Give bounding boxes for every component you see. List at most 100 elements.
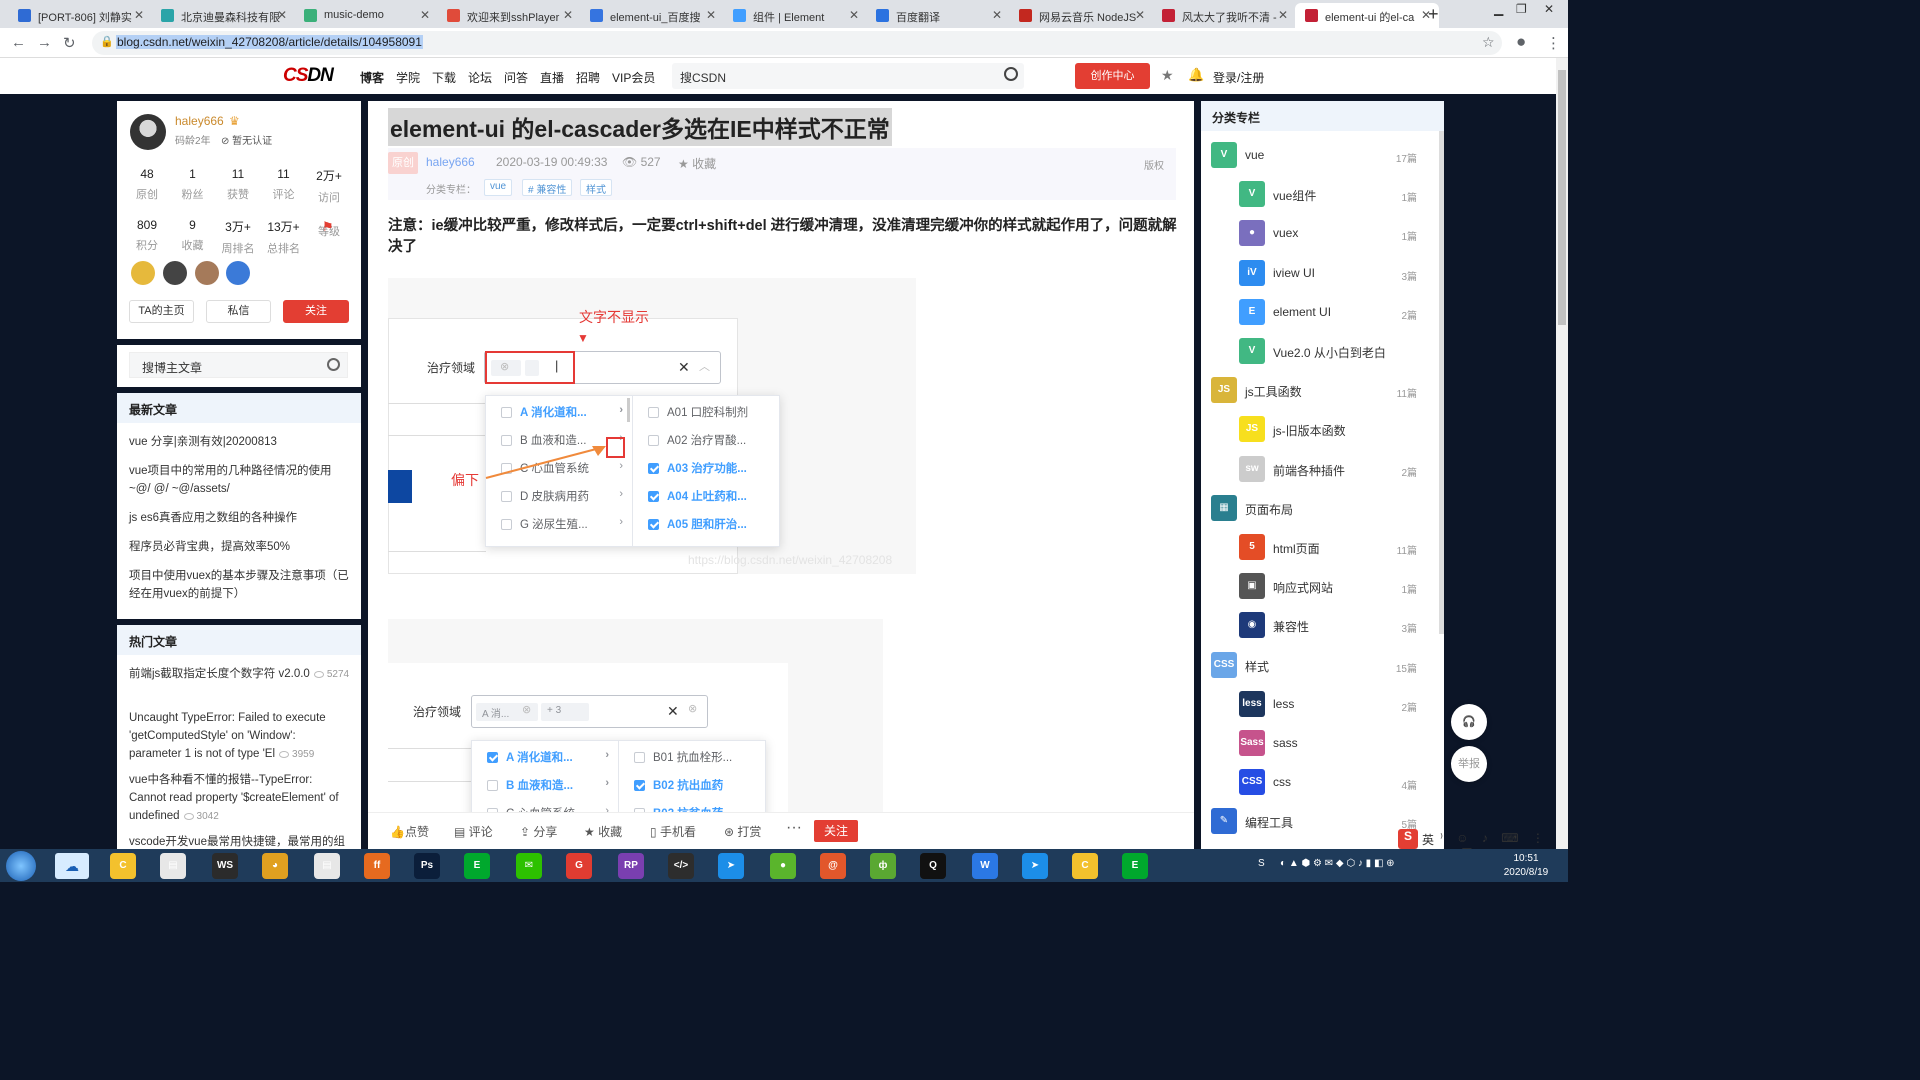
chevron-up-icon[interactable]: ︿: [699, 358, 710, 374]
browser-tab[interactable]: 组件 | Element ✕: [723, 3, 867, 28]
hot-article-link[interactable]: vscode开发vue最常用快捷键，最常用的组: [129, 833, 351, 849]
csdn-logo[interactable]: CSDN: [283, 65, 334, 87]
checkbox[interactable]: [501, 407, 512, 418]
cascader-option[interactable]: A 消化道和... ›: [486, 399, 632, 425]
tab-close-icon[interactable]: ✕: [563, 8, 573, 22]
favorites-icon[interactable]: ★: [1161, 67, 1174, 84]
latest-article-link[interactable]: vue项目中的常用的几种路径情况的使用 ~@/ @/ ~@/assets/: [129, 462, 351, 498]
tab-close-icon[interactable]: ✕: [1135, 8, 1145, 22]
latest-article-link[interactable]: vue 分享|亲测有效|20200813: [129, 433, 351, 451]
browser-tab[interactable]: 北京迪曼森科技有限 ✕: [151, 3, 295, 28]
stat-item[interactable]: 11 评论: [261, 167, 307, 202]
checkbox[interactable]: [634, 780, 645, 791]
system-clock[interactable]: 10:51 2020/8/19: [1496, 852, 1556, 880]
column-item[interactable]: sw 前端各种插件 2篇: [1201, 452, 1431, 491]
url-text[interactable]: blog.csdn.net/weixin_42708208/article/de…: [116, 35, 423, 49]
taskbar-app-icon[interactable]: WS: [212, 853, 238, 879]
cascader-option[interactable]: G 泌尿生殖... ›: [486, 511, 632, 537]
menu-icon[interactable]: ⋮: [1546, 34, 1561, 52]
checkbox[interactable]: [487, 752, 498, 763]
taskbar-app-icon[interactable]: C: [1072, 853, 1098, 879]
checkbox[interactable]: [487, 780, 498, 791]
cascader-option[interactable]: B02 抗出血药: [619, 772, 765, 798]
cascader-input[interactable]: A 消... ⊗ + 3 ✕ ⊗: [471, 695, 708, 728]
checkbox[interactable]: [501, 491, 512, 502]
column-item[interactable]: ✎ 编程工具 5篇: [1201, 804, 1431, 843]
stat-item[interactable]: 9 收藏: [170, 218, 216, 253]
copyright-label[interactable]: 版权: [1144, 157, 1164, 172]
mobile-view-button[interactable]: ▯ 手机看: [650, 823, 696, 840]
taskbar-app-icon[interactable]: E: [464, 853, 490, 879]
column-item[interactable]: Sass sass: [1201, 726, 1431, 765]
column-item[interactable]: CSS 样式 15篇: [1201, 648, 1431, 687]
collect-button[interactable]: ★ 收藏: [584, 823, 622, 840]
tag-style[interactable]: 样式: [580, 179, 612, 196]
page-scrollbar-thumb[interactable]: [1558, 70, 1566, 325]
badge-icon[interactable]: [163, 261, 187, 285]
omnibox[interactable]: 🔒 blog.csdn.net/weixin_42708208/article/…: [92, 31, 1502, 55]
column-item[interactable]: V Vue2.0 从小白到老白: [1201, 334, 1431, 373]
author-name[interactable]: haley666: [175, 114, 224, 128]
cascader-option[interactable]: A05 胆和肝治...: [633, 511, 779, 537]
cascader-option[interactable]: A02 治疗胃酸...: [633, 427, 779, 453]
tab-close-icon[interactable]: ✕: [849, 8, 859, 22]
cascader-option[interactable]: A 消化道和... ›: [472, 744, 618, 770]
follow-button[interactable]: 关注: [283, 300, 349, 323]
taskbar-app-icon[interactable]: ➤: [718, 853, 744, 879]
cascader-option[interactable]: B01 抗血栓形...: [619, 744, 765, 770]
column-item[interactable]: CSS css 4篇: [1201, 765, 1431, 804]
column-item[interactable]: JS js工具函数 11篇: [1201, 373, 1431, 412]
column-item[interactable]: ● vuex 1篇: [1201, 216, 1431, 255]
taskbar-app-icon[interactable]: RP: [618, 853, 644, 879]
tab-close-icon[interactable]: ✕: [420, 8, 430, 22]
profile-icon[interactable]: ●: [1516, 32, 1526, 52]
tray-icons[interactable]: ◐ ▲ ⬢ ⚙ ✉ ◆ ⬡ ♪ ▮ ◧ ⊕: [1280, 858, 1395, 869]
column-item[interactable]: ◉ 兼容性 3篇: [1201, 608, 1431, 647]
tab-close-icon[interactable]: ✕: [134, 8, 144, 22]
browser-tab[interactable]: 欢迎来到sshPlayer ✕: [437, 3, 581, 28]
meta-favorite[interactable]: ★ 收藏: [678, 155, 716, 172]
support-headset-icon[interactable]: 🎧: [1451, 704, 1487, 740]
taskbar-app-icon[interactable]: Ps: [414, 853, 440, 879]
tag-close-icon[interactable]: ⊗: [522, 703, 531, 716]
nav-item[interactable]: 招聘: [576, 69, 600, 86]
checkbox[interactable]: [648, 463, 659, 474]
follow-button-bottom[interactable]: 关注: [814, 820, 858, 842]
hot-article-link[interactable]: Uncaught TypeError: Failed to execute 'g…: [129, 709, 351, 764]
share-button[interactable]: ⇪ 分享: [520, 823, 557, 840]
private-message-button[interactable]: 私信: [206, 300, 271, 323]
nav-item[interactable]: 博客: [360, 69, 384, 86]
ime-lang[interactable]: 英: [1422, 831, 1434, 848]
search-icon[interactable]: [327, 358, 340, 371]
hot-article-link[interactable]: vue中各种看不懂的报错--TypeError: Cannot read pro…: [129, 771, 351, 826]
taskbar-app-icon[interactable]: ff: [364, 853, 390, 879]
author-home-button[interactable]: TA的主页: [129, 300, 194, 323]
sogou-icon[interactable]: S: [1398, 829, 1418, 849]
browser-tab[interactable]: music-demo ✕: [294, 3, 438, 28]
nav-item[interactable]: 问答: [504, 69, 528, 86]
taskbar-app-icon[interactable]: Q: [920, 853, 946, 879]
column-item[interactable]: Vvue组件 1篇: [1201, 177, 1431, 216]
tab-close-icon[interactable]: ✕: [1278, 8, 1288, 22]
checkbox[interactable]: [501, 519, 512, 530]
bookmark-star-icon[interactable]: ☆: [1482, 34, 1495, 51]
reload-icon[interactable]: ↻: [63, 34, 76, 52]
taskbar-app-icon[interactable]: ➤: [1022, 853, 1048, 879]
clear-icon[interactable]: ✕: [667, 703, 679, 720]
stat-item[interactable]: 2万+ 访问: [306, 167, 352, 205]
stat-item[interactable]: 1 粉丝: [170, 167, 216, 202]
forward-icon[interactable]: →: [37, 34, 52, 51]
latest-article-link[interactable]: js es6真香应用之数组的各种操作: [129, 509, 351, 527]
dropdown-scrollbar[interactable]: [627, 398, 630, 422]
browser-tab[interactable]: 网易云音乐 NodeJS ✕: [1009, 3, 1153, 28]
column-item[interactable]: JS js-旧版本函数: [1201, 412, 1431, 451]
cascader-option[interactable]: A03 治疗功能...: [633, 455, 779, 481]
column-item[interactable]: 5 html页面 11篇: [1201, 530, 1431, 569]
taskbar-app-icon[interactable]: ◕: [262, 853, 288, 879]
browser-tab[interactable]: element-ui_百度搜 ✕: [580, 3, 724, 28]
latest-article-link[interactable]: 程序员必背宝典，提高效率50%: [129, 538, 351, 556]
like-button[interactable]: 👍点赞: [390, 823, 429, 840]
nav-item[interactable]: 直播: [540, 69, 564, 86]
comment-button[interactable]: ▤ 评论: [454, 823, 493, 840]
hot-article-link[interactable]: 前端js截取指定长度个数字符 v2.0.0 5274: [129, 665, 351, 684]
